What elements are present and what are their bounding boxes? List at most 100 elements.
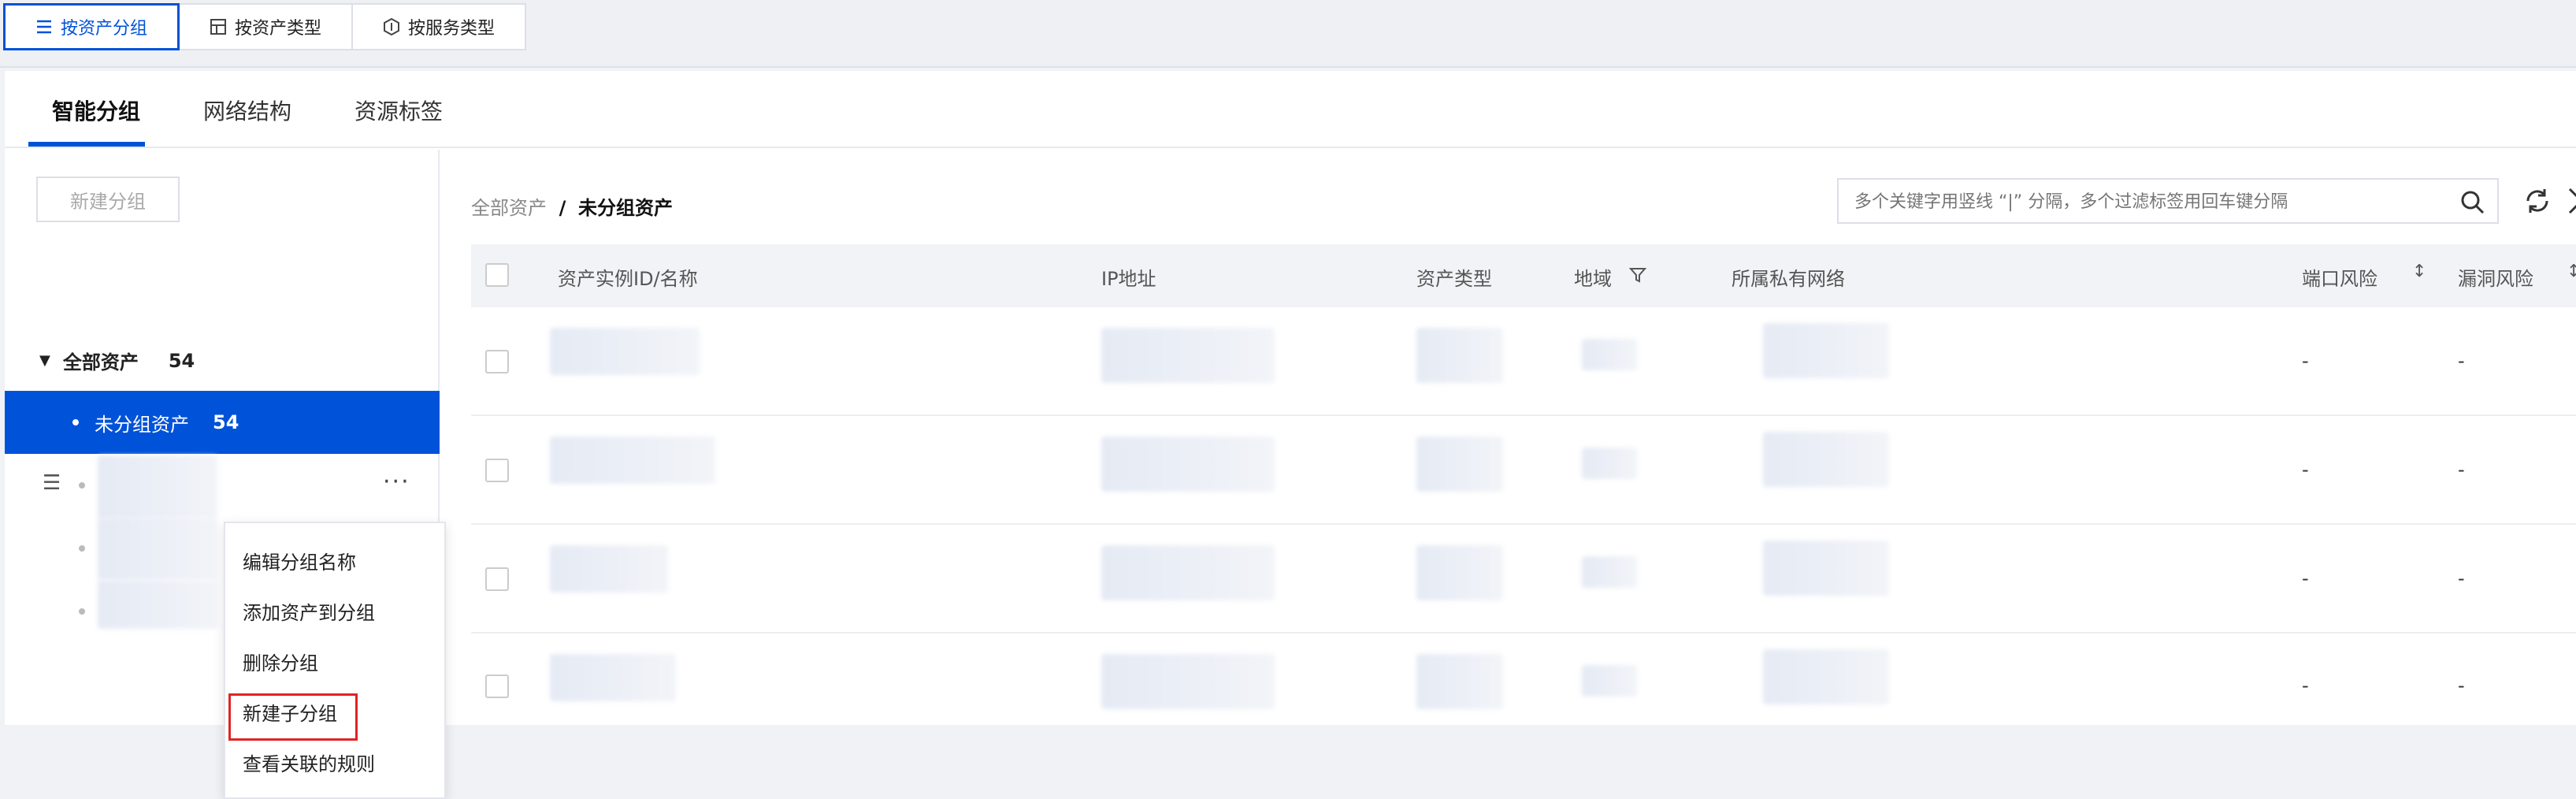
breadcrumb-separator: / — [559, 197, 566, 219]
tab-by-service-type[interactable]: 按服务类型 — [351, 3, 527, 50]
menu-item-delete-group[interactable]: 删除分组 — [243, 648, 318, 675]
column-header: 资产实例ID/名称 — [558, 268, 698, 290]
search-icon[interactable] — [2459, 189, 2486, 216]
redacted-type — [1416, 654, 1503, 709]
tab-label: 按资产分组 — [61, 19, 148, 39]
view-switcher-bar: 按资产分组 按资产类型 按服务类型 — [0, 0, 2576, 68]
redacted-vpc — [1763, 432, 1889, 487]
redacted-ip — [1101, 328, 1275, 383]
row-checkbox[interactable] — [485, 675, 509, 698]
vuln-risk-value: - — [2458, 459, 2465, 481]
redacted-vpc — [1763, 323, 1889, 378]
bullet-icon — [72, 419, 79, 426]
redacted-vpc — [1763, 649, 1889, 704]
redacted-region — [1582, 556, 1637, 588]
active-tab-underline — [28, 142, 145, 147]
bullet-icon — [79, 482, 85, 489]
caret-down-icon[interactable]: ▼ — [39, 352, 50, 369]
redacted-group-name — [98, 580, 217, 629]
port-risk-value: - — [2302, 459, 2309, 481]
bullet-icon — [79, 545, 85, 552]
redacted-type — [1416, 328, 1503, 383]
hexagon-icon — [384, 18, 400, 35]
drag-handle-icon[interactable]: ☰ — [43, 471, 61, 495]
tree-item-ungrouped[interactable]: 未分组资产 54 — [5, 391, 440, 454]
redacted-ip — [1101, 654, 1275, 709]
menu-item-new-subgroup[interactable]: 新建子分组 — [243, 698, 337, 726]
redacted-region — [1582, 665, 1637, 697]
redacted-asset-id — [550, 328, 700, 375]
table-row[interactable]: - - — [471, 416, 2576, 525]
bullet-icon — [79, 608, 85, 615]
redacted-ip — [1101, 437, 1275, 492]
breadcrumb-current: 未分组资产 — [578, 197, 674, 219]
redacted-region — [1582, 448, 1637, 479]
tree-item-count: 54 — [213, 411, 239, 433]
port-risk-value: - — [2302, 675, 2309, 697]
redacted-asset-id — [550, 437, 715, 484]
breadcrumb: 全部资产 / 未分组资产 — [471, 192, 673, 220]
more-options-icon[interactable]: ··· — [383, 468, 410, 496]
vuln-risk-value: - — [2458, 350, 2465, 372]
tab-resource-tags[interactable]: 资源标签 — [354, 95, 443, 126]
redacted-group-name — [98, 455, 217, 518]
table-header: 资产实例ID/名称 IP地址 资产类型 地域 所属私有网络 端口风险 ↕ 漏洞风… — [471, 244, 2576, 307]
group-context-menu: 编辑分组名称 添加资产到分组 删除分组 新建子分组 查看关联的规则 — [224, 522, 446, 799]
column-header: 地域 — [1574, 268, 1612, 290]
tab-by-asset-type[interactable]: 按资产类型 — [178, 3, 354, 50]
grid-icon — [210, 19, 227, 35]
row-checkbox[interactable] — [485, 350, 509, 373]
row-checkbox[interactable] — [485, 459, 509, 482]
port-risk-value: - — [2302, 567, 2309, 589]
search-input[interactable] — [1854, 188, 2437, 216]
tree-item-label: 未分组资产 — [95, 413, 189, 436]
menu-item-view-rules[interactable]: 查看关联的规则 — [243, 749, 375, 776]
redacted-region — [1582, 339, 1637, 370]
redacted-type — [1416, 545, 1503, 600]
tab-by-asset-group[interactable]: 按资产分组 — [3, 3, 180, 50]
asset-list-area: 全部资产 / 未分组资产 资产实例ID/名称 IP地址 资产类型 地域 所属私有… — [441, 150, 2576, 725]
menu-item-edit-group-name[interactable]: 编辑分组名称 — [243, 547, 356, 574]
sort-icon[interactable]: ↕ — [2412, 262, 2426, 281]
select-all-checkbox[interactable] — [485, 263, 509, 287]
tab-smart-group[interactable]: 智能分组 — [52, 95, 140, 126]
table-row[interactable]: - - — [471, 525, 2576, 634]
row-checkbox[interactable] — [485, 567, 509, 591]
column-header: 漏洞风险 — [2458, 268, 2533, 290]
tree-root-count: 54 — [168, 349, 195, 372]
search-box[interactable] — [1837, 178, 2499, 224]
redacted-type — [1416, 437, 1503, 492]
list-icon — [37, 20, 51, 34]
new-group-button[interactable]: 新建分组 — [36, 177, 180, 222]
vuln-risk-value: - — [2458, 675, 2465, 697]
tree-root-all-assets[interactable]: ▼ 全部资产 54 — [39, 347, 195, 374]
redacted-vpc — [1763, 541, 1889, 596]
table-row[interactable]: - - — [471, 634, 2576, 725]
vuln-risk-value: - — [2458, 567, 2465, 589]
redacted-group-name — [98, 517, 217, 580]
sort-icon[interactable]: ↕ — [2567, 262, 2576, 281]
tab-label: 按资产类型 — [235, 19, 322, 39]
filter-icon[interactable] — [1629, 266, 1646, 284]
port-risk-value: - — [2302, 350, 2309, 372]
menu-item-add-assets[interactable]: 添加资产到分组 — [243, 597, 375, 625]
tree-root-label: 全部资产 — [62, 351, 139, 373]
column-header: IP地址 — [1101, 268, 1156, 290]
redacted-asset-id — [550, 654, 676, 701]
column-header: 端口风险 — [2302, 268, 2377, 290]
content-panel: 智能分组 网络结构 资源标签 新建分组 ▼ 全部资产 54 未分组资产 54 ☰… — [5, 71, 2576, 799]
refresh-icon[interactable] — [2522, 186, 2552, 216]
group-sidebar: 新建分组 ▼ 全部资产 54 未分组资产 54 ☰ ··· 编辑分组名称 添加资… — [5, 150, 446, 799]
tree-item-group[interactable]: ☰ ··· — [5, 454, 440, 518]
column-header: 所属私有网络 — [1732, 268, 1845, 290]
breadcrumb-root[interactable]: 全部资产 — [471, 197, 547, 219]
view-tabs: 按资产分组 按资产类型 按服务类型 — [3, 3, 527, 50]
tab-label: 按服务类型 — [408, 19, 496, 39]
sub-tabs: 智能分组 网络结构 资源标签 — [5, 71, 2576, 148]
column-header: 资产类型 — [1416, 268, 1492, 290]
fullscreen-icon[interactable] — [2567, 186, 2576, 216]
redacted-ip — [1101, 545, 1275, 600]
redacted-asset-id — [550, 545, 668, 593]
table-row[interactable]: - - — [471, 307, 2576, 416]
tab-network-structure[interactable]: 网络结构 — [203, 95, 291, 126]
